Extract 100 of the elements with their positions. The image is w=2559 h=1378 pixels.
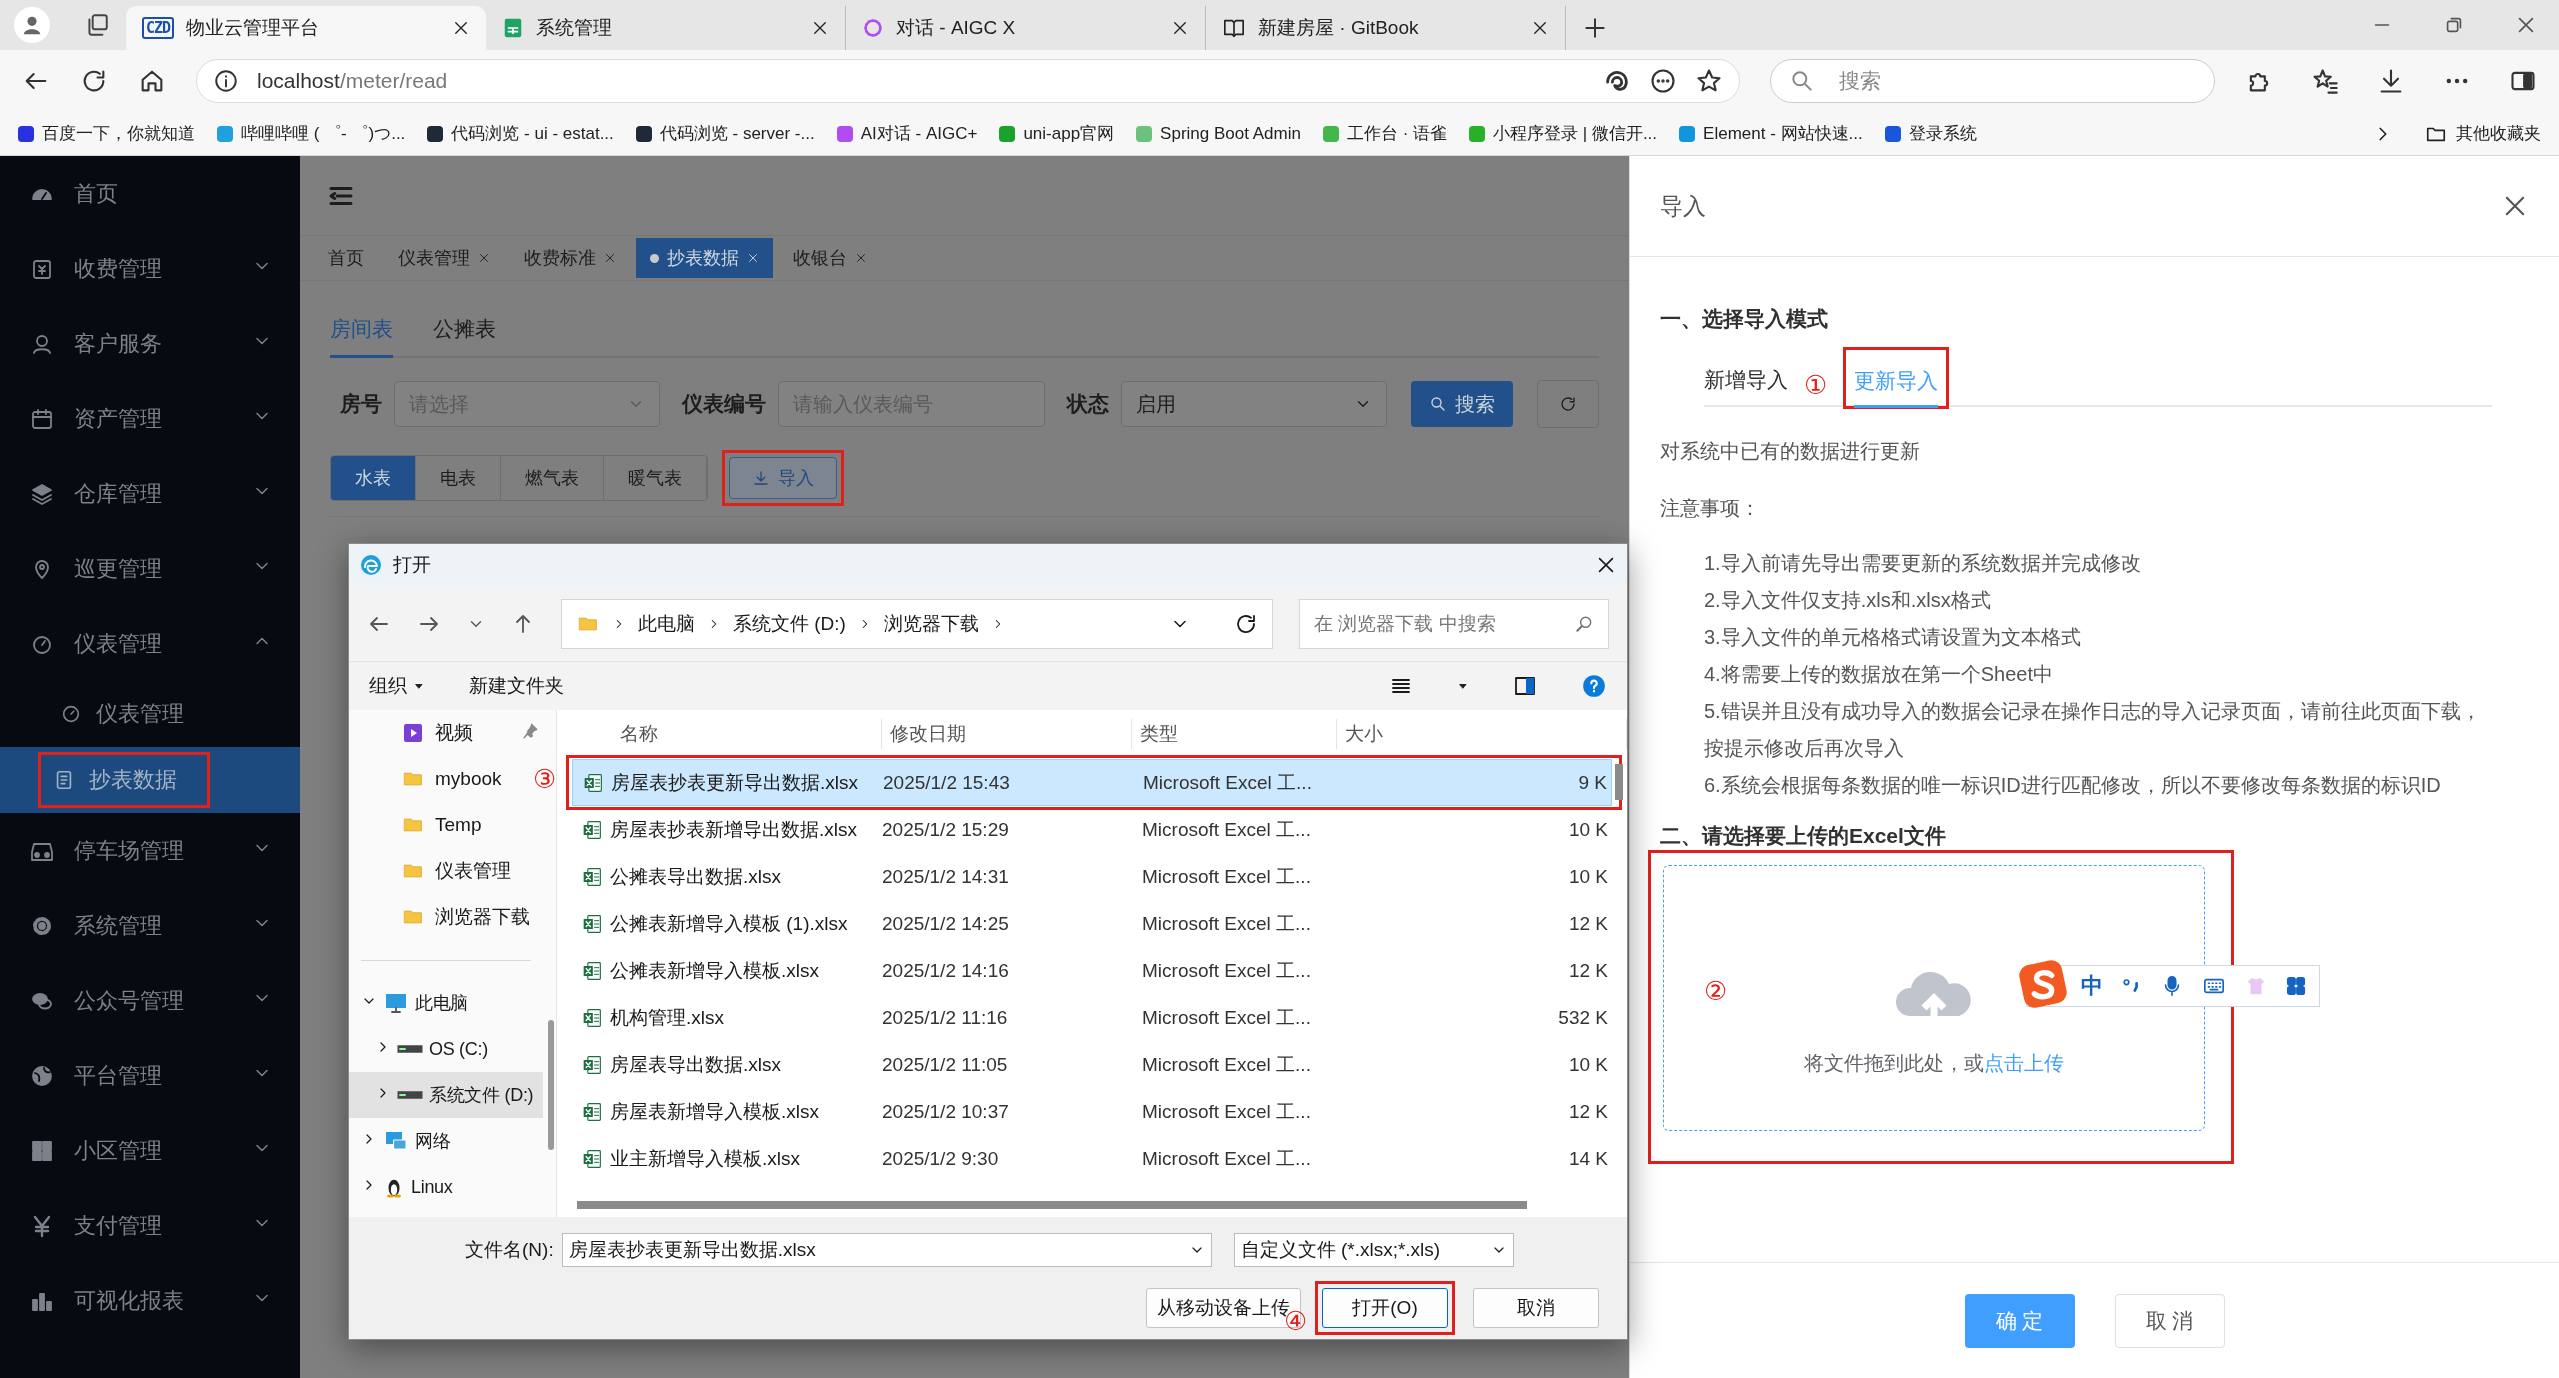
sidebar-item[interactable]: 首页 — [0, 156, 300, 231]
mode-tab[interactable]: 新增导入 — [1704, 360, 1788, 407]
select-field[interactable]: 启用 — [1121, 381, 1387, 427]
sidebar-item[interactable]: 抄表数据 — [0, 747, 300, 813]
bookmark[interactable]: AI对话 - AIGC+ — [836, 122, 978, 145]
column-header[interactable]: 修改日期 — [882, 719, 1132, 749]
file-row[interactable]: 业主新增导入模板.xlsx 2025/1/2 9:30 Microsoft Excel 工... 14 K — [572, 1135, 1612, 1182]
sidebar-item[interactable]: 公众号管理 — [0, 963, 300, 1038]
browser-tab[interactable]: CZD 物业云管理平台 — [126, 6, 486, 50]
sidebar-item[interactable]: 支付管理 — [0, 1188, 300, 1263]
filename-field[interactable]: 房屋表抄表更新导出数据.xlsx — [561, 1233, 1212, 1267]
bookmark[interactable]: 工作台 · 语雀 — [1322, 122, 1448, 145]
cancel-button[interactable]: 取 消 — [2114, 1293, 2225, 1348]
sidebar-item[interactable]: 小区管理 — [0, 1113, 300, 1188]
bookmark[interactable]: Spring Boot Admin — [1136, 123, 1301, 144]
close-icon[interactable] — [1531, 19, 1549, 37]
note-text: 5.错误并且没有成功导入的数据会记录在操作日志的导入记录页面，请前往此页面下载，按提示修改后再次导入 — [1704, 699, 2482, 761]
sidebar-item[interactable]: 资产管理 — [0, 381, 300, 456]
tree-item[interactable]: 系统文件 (D:) — [349, 1072, 543, 1118]
search-field[interactable]: 搜索 — [1770, 59, 2215, 103]
sidebar-item[interactable]: 仪表管理 — [0, 606, 300, 681]
file-row[interactable]: 房屋表抄表新增导出数据.xlsx 2025/1/2 15:29 Microsoft Excel 工... 10 K — [572, 806, 1612, 853]
column-header[interactable]: 类型 — [1132, 719, 1337, 749]
table-cell-text: Microsoft Excel 工... — [1142, 1005, 1312, 1030]
breadcrumb-item[interactable]: 浏览器下载 — [883, 610, 979, 637]
organize-menu[interactable]: 组织 — [369, 673, 425, 699]
file-row[interactable]: 房屋表导出数据.xlsx 2025/1/2 11:05 Microsoft Excel 工... 10 K — [572, 1041, 1612, 1088]
page-tab[interactable]: 首页 — [314, 238, 378, 278]
close-icon[interactable] — [811, 19, 829, 37]
nav-item[interactable]: 视频 — [349, 710, 539, 756]
file-row[interactable]: 房屋表抄表更新导出数据.xlsx 2025/1/2 15:43 Microsoft Excel 工... 9 K — [572, 759, 1612, 806]
filter-select[interactable]: 自定义文件 (*.xlsx;*.xls) — [1233, 1233, 1514, 1267]
column-header[interactable]: 大小 — [1337, 719, 1627, 749]
page-tab[interactable]: 仪表管理 — [384, 238, 504, 278]
sidebar-item[interactable]: 仪表管理 — [0, 681, 300, 747]
file-row[interactable]: 公摊表导出数据.xlsx 2025/1/2 14:31 Microsoft Excel 工... 10 K — [572, 853, 1612, 900]
scrollbar[interactable] — [1615, 764, 1623, 800]
page-tab[interactable]: 收费标准 — [510, 238, 630, 278]
path-bar[interactable]: 此电脑 系统文件 (D:) 浏览器下载 — [561, 598, 1273, 649]
bookmark[interactable]: 登录系统 — [1884, 122, 1977, 145]
segment-tab[interactable]: 暖气表 — [604, 456, 707, 500]
bookmark[interactable]: 代码浏览 - server -... — [635, 122, 815, 145]
search-field[interactable]: 在 浏览器下载 中搜索 — [1299, 598, 1609, 649]
close-icon[interactable] — [1171, 19, 1189, 37]
breadcrumb-item[interactable]: 此电脑 — [638, 610, 695, 637]
sidebar-item[interactable]: 可视化报表 — [0, 1263, 300, 1338]
nav-item[interactable]: Temp — [349, 802, 539, 848]
page-tab[interactable]: 抄表数据 — [636, 238, 773, 278]
sidebar-item[interactable]: 系统管理 — [0, 888, 300, 963]
tree-item[interactable]: OS (C:) — [349, 1026, 543, 1072]
close-icon[interactable] — [452, 19, 470, 37]
bookmark[interactable]: 哔哩哔哩 ( ゜- ゜)つ... — [217, 122, 406, 145]
nav-item[interactable]: 浏览器下载 — [349, 894, 539, 940]
info-icon[interactable] — [213, 68, 239, 94]
column-header[interactable]: 名称 — [612, 719, 882, 749]
sidebar-item[interactable]: 停车场管理 — [0, 813, 300, 888]
file-row[interactable]: 公摊表新增导入模板.xlsx 2025/1/2 14:16 Microsoft Excel 工... 12 K — [572, 947, 1612, 994]
sidebar-item[interactable]: 巡更管理 — [0, 531, 300, 606]
sidebar-item[interactable]: 客户服务 — [0, 306, 300, 381]
segment-tab[interactable]: 燃气表 — [501, 456, 604, 500]
page-tab[interactable]: 收银台 — [779, 238, 881, 278]
scrollbar[interactable] — [548, 1020, 554, 1150]
tree-item[interactable]: 此电脑 — [349, 980, 543, 1026]
bookmark[interactable]: Element - 网站快速... — [1679, 122, 1863, 145]
segment-tab[interactable]: 电表 — [416, 456, 501, 500]
search-button[interactable]: 搜索 — [1411, 381, 1513, 427]
book-icon — [1222, 17, 1246, 39]
file-row[interactable]: 机构管理.xlsx 2025/1/2 11:16 Microsoft Excel 工... 532 K — [572, 994, 1612, 1041]
nav-item[interactable]: 仪表管理 — [349, 848, 539, 894]
bookmark[interactable]: uni-app官网 — [999, 122, 1115, 145]
table-cell: 10 K — [1568, 1053, 1608, 1075]
file-row[interactable]: 房屋表新增导入模板.xlsx 2025/1/2 10:37 Microsoft Excel 工... 12 K — [572, 1088, 1612, 1135]
open-button[interactable]: 打开(O) — [1322, 1288, 1448, 1328]
help-icon[interactable] — [1581, 673, 1607, 699]
cancel-button[interactable]: 取消 — [1473, 1288, 1599, 1328]
favorites-icon[interactable] — [2311, 67, 2339, 95]
tree-item[interactable]: Linux — [349, 1164, 543, 1210]
tree-item[interactable]: 网络 — [349, 1118, 543, 1164]
more-icon[interactable] — [1649, 67, 1677, 95]
bookmark[interactable]: 代码浏览 - ui - estat... — [427, 122, 614, 145]
scrollbar[interactable] — [577, 1201, 1527, 1209]
address-bar[interactable]: localhost/meter/read — [196, 59, 1740, 103]
segment-tab[interactable]: 水表 — [331, 456, 416, 500]
sidebar-item[interactable]: 平台管理 — [0, 1038, 300, 1113]
avatar-icon[interactable] — [14, 7, 50, 43]
file-row[interactable]: 公摊表新增导入模板 (1).xlsx 2025/1/2 14:25 Microsoft Excel 工... 12 K — [572, 900, 1612, 947]
film-icon — [401, 721, 425, 745]
section-title: 二、请选择要上传的Excel文件 — [1660, 823, 1947, 849]
sidebar-item[interactable]: 收费管理 — [0, 231, 300, 306]
bookmark-folder[interactable]: 其他收藏夹 — [2424, 122, 2541, 145]
sidebar-item[interactable]: 仓库管理 — [0, 456, 300, 531]
tab[interactable]: 公摊表 — [433, 305, 496, 358]
bookmark[interactable]: 小程序登录 | 微信开... — [1469, 122, 1658, 145]
breadcrumb-item[interactable]: 系统文件 (D:) — [733, 610, 846, 637]
new-folder-button[interactable]: 新建文件夹 — [469, 673, 564, 699]
table-cell: 10 K — [1568, 818, 1608, 840]
preview-pane-icon[interactable] — [1513, 674, 1537, 698]
bookmark[interactable]: 百度一下，你就知道 — [18, 122, 195, 145]
table-cell-text: 2025/1/2 9:30 — [882, 1147, 1000, 1170]
spreadsheet-icon — [582, 912, 602, 935]
